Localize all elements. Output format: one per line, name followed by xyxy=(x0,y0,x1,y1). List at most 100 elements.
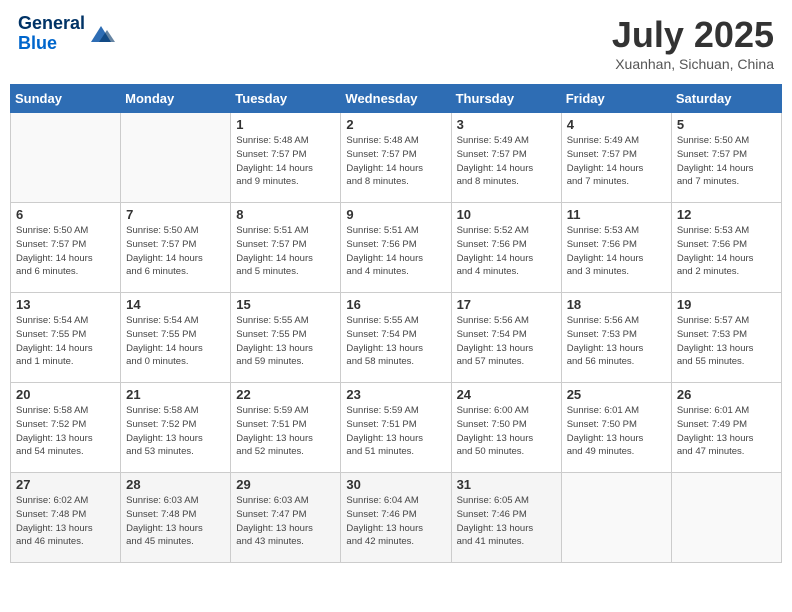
day-number: 25 xyxy=(567,387,666,402)
logo: GeneralBlue xyxy=(18,14,115,54)
day-number: 27 xyxy=(16,477,115,492)
calendar-cell: 1Sunrise: 5:48 AM Sunset: 7:57 PM Daylig… xyxy=(231,113,341,203)
day-info: Sunrise: 5:52 AM Sunset: 7:56 PM Dayligh… xyxy=(457,224,556,279)
calendar-cell xyxy=(11,113,121,203)
day-info: Sunrise: 5:59 AM Sunset: 7:51 PM Dayligh… xyxy=(346,404,445,459)
day-number: 6 xyxy=(16,207,115,222)
day-info: Sunrise: 5:58 AM Sunset: 7:52 PM Dayligh… xyxy=(16,404,115,459)
calendar-cell: 3 Sunrise: 5:49 AM Sunset: 7:57 PM Daylig… xyxy=(451,113,561,203)
page-header: GeneralBlue July 2025 Xuanhan, Sichuan, … xyxy=(10,10,782,76)
day-info: Sunrise: 5:59 AM Sunset: 7:51 PM Dayligh… xyxy=(236,404,335,459)
calendar-cell: 11 Sunrise: 5:53 AM Sunset: 7:56 PM Dayli… xyxy=(561,203,671,293)
day-number: 10 xyxy=(457,207,556,222)
logo-icon xyxy=(87,22,115,46)
calendar-cell: 24 Sunrise: 6:00 AM Sunset: 7:50 PM Dayli… xyxy=(451,383,561,473)
day-info: Sunrise: 6:00 AM Sunset: 7:50 PM Dayligh… xyxy=(457,404,556,459)
day-number: 3 xyxy=(457,117,556,132)
calendar-cell: 30 Sunrise: 6:04 AM Sunset: 7:46 PM Dayli… xyxy=(341,473,451,563)
calendar-cell xyxy=(561,473,671,563)
day-number: 17 xyxy=(457,297,556,312)
day-number: 28 xyxy=(126,477,225,492)
location: Xuanhan, Sichuan, China xyxy=(612,56,774,72)
day-number: 14 xyxy=(126,297,225,312)
day-number: 26 xyxy=(677,387,776,402)
month-title: July 2025 xyxy=(612,14,774,56)
day-number: 30 xyxy=(346,477,445,492)
calendar-cell: 28 Sunrise: 6:03 AM Sunset: 7:48 PM Dayli… xyxy=(121,473,231,563)
calendar-cell: 4 Sunrise: 5:49 AM Sunset: 7:57 PM Daylig… xyxy=(561,113,671,203)
week-row-1: 1Sunrise: 5:48 AM Sunset: 7:57 PM Daylig… xyxy=(11,113,782,203)
weekday-header-row: Sunday Monday Tuesday Wednesday Thursday… xyxy=(11,85,782,113)
day-number: 29 xyxy=(236,477,335,492)
day-info: Sunrise: 5:58 AM Sunset: 7:52 PM Dayligh… xyxy=(126,404,225,459)
header-tuesday: Tuesday xyxy=(231,85,341,113)
header-friday: Friday xyxy=(561,85,671,113)
day-info: Sunrise: 5:50 AM Sunset: 7:57 PM Dayligh… xyxy=(126,224,225,279)
week-row-3: 13Sunrise: 5:54 AM Sunset: 7:55 PM Dayli… xyxy=(11,293,782,383)
day-info: Sunrise: 6:01 AM Sunset: 7:50 PM Dayligh… xyxy=(567,404,666,459)
header-monday: Monday xyxy=(121,85,231,113)
calendar-cell: 2Sunrise: 5:48 AM Sunset: 7:57 PM Daylig… xyxy=(341,113,451,203)
day-info: Sunrise: 6:02 AM Sunset: 7:48 PM Dayligh… xyxy=(16,494,115,549)
week-row-4: 20Sunrise: 5:58 AM Sunset: 7:52 PM Dayli… xyxy=(11,383,782,473)
calendar-cell: 26 Sunrise: 6:01 AM Sunset: 7:49 PM Dayli… xyxy=(671,383,781,473)
calendar-cell: 22 Sunrise: 5:59 AM Sunset: 7:51 PM Dayli… xyxy=(231,383,341,473)
calendar-cell xyxy=(671,473,781,563)
calendar-cell: 19Sunrise: 5:57 AM Sunset: 7:53 PM Dayli… xyxy=(671,293,781,383)
calendar-cell: 27 Sunrise: 6:02 AM Sunset: 7:48 PM Dayli… xyxy=(11,473,121,563)
day-number: 21 xyxy=(126,387,225,402)
day-info: Sunrise: 5:54 AM Sunset: 7:55 PM Dayligh… xyxy=(16,314,115,369)
day-info: Sunrise: 5:53 AM Sunset: 7:56 PM Dayligh… xyxy=(567,224,666,279)
calendar-cell: 20Sunrise: 5:58 AM Sunset: 7:52 PM Dayli… xyxy=(11,383,121,473)
calendar-cell: 25 Sunrise: 6:01 AM Sunset: 7:50 PM Dayli… xyxy=(561,383,671,473)
week-row-2: 6 Sunrise: 5:50 AM Sunset: 7:57 PM Daylig… xyxy=(11,203,782,293)
calendar-cell: 9Sunrise: 5:51 AM Sunset: 7:56 PM Daylig… xyxy=(341,203,451,293)
day-info: Sunrise: 6:03 AM Sunset: 7:48 PM Dayligh… xyxy=(126,494,225,549)
day-info: Sunrise: 5:49 AM Sunset: 7:57 PM Dayligh… xyxy=(457,134,556,189)
day-info: Sunrise: 5:50 AM Sunset: 7:57 PM Dayligh… xyxy=(16,224,115,279)
day-info: Sunrise: 6:01 AM Sunset: 7:49 PM Dayligh… xyxy=(677,404,776,459)
calendar-cell: 6 Sunrise: 5:50 AM Sunset: 7:57 PM Daylig… xyxy=(11,203,121,293)
day-info: Sunrise: 5:51 AM Sunset: 7:57 PM Dayligh… xyxy=(236,224,335,279)
day-info: Sunrise: 6:03 AM Sunset: 7:47 PM Dayligh… xyxy=(236,494,335,549)
day-info: Sunrise: 5:56 AM Sunset: 7:53 PM Dayligh… xyxy=(567,314,666,369)
calendar-cell: 7 Sunrise: 5:50 AM Sunset: 7:57 PM Daylig… xyxy=(121,203,231,293)
day-number: 22 xyxy=(236,387,335,402)
day-number: 11 xyxy=(567,207,666,222)
calendar-cell: 17 Sunrise: 5:56 AM Sunset: 7:54 PM Dayli… xyxy=(451,293,561,383)
calendar-cell: 10 Sunrise: 5:52 AM Sunset: 7:56 PM Dayli… xyxy=(451,203,561,293)
day-info: Sunrise: 5:56 AM Sunset: 7:54 PM Dayligh… xyxy=(457,314,556,369)
header-thursday: Thursday xyxy=(451,85,561,113)
logo-text: GeneralBlue xyxy=(18,14,85,54)
calendar-cell xyxy=(121,113,231,203)
day-number: 16 xyxy=(346,297,445,312)
day-info: Sunrise: 6:04 AM Sunset: 7:46 PM Dayligh… xyxy=(346,494,445,549)
header-saturday: Saturday xyxy=(671,85,781,113)
calendar-cell: 29 Sunrise: 6:03 AM Sunset: 7:47 PM Dayli… xyxy=(231,473,341,563)
day-number: 19 xyxy=(677,297,776,312)
day-info: Sunrise: 5:49 AM Sunset: 7:57 PM Dayligh… xyxy=(567,134,666,189)
calendar-cell: 16 Sunrise: 5:55 AM Sunset: 7:54 PM Dayli… xyxy=(341,293,451,383)
week-row-5: 27 Sunrise: 6:02 AM Sunset: 7:48 PM Dayli… xyxy=(11,473,782,563)
header-sunday: Sunday xyxy=(11,85,121,113)
day-info: Sunrise: 5:55 AM Sunset: 7:54 PM Dayligh… xyxy=(346,314,445,369)
calendar-cell: 21 Sunrise: 5:58 AM Sunset: 7:52 PM Dayli… xyxy=(121,383,231,473)
day-number: 4 xyxy=(567,117,666,132)
day-number: 23 xyxy=(346,387,445,402)
calendar-cell: 14 Sunrise: 5:54 AM Sunset: 7:55 PM Dayli… xyxy=(121,293,231,383)
day-number: 15 xyxy=(236,297,335,312)
day-number: 7 xyxy=(126,207,225,222)
calendar-cell: 15Sunrise: 5:55 AM Sunset: 7:55 PM Dayli… xyxy=(231,293,341,383)
day-number: 24 xyxy=(457,387,556,402)
day-number: 2 xyxy=(346,117,445,132)
day-info: Sunrise: 5:54 AM Sunset: 7:55 PM Dayligh… xyxy=(126,314,225,369)
day-info: Sunrise: 5:48 AM Sunset: 7:57 PM Dayligh… xyxy=(236,134,335,189)
day-info: Sunrise: 6:05 AM Sunset: 7:46 PM Dayligh… xyxy=(457,494,556,549)
day-number: 5 xyxy=(677,117,776,132)
calendar-cell: 13Sunrise: 5:54 AM Sunset: 7:55 PM Dayli… xyxy=(11,293,121,383)
header-wednesday: Wednesday xyxy=(341,85,451,113)
day-number: 31 xyxy=(457,477,556,492)
calendar-cell: 31 Sunrise: 6:05 AM Sunset: 7:46 PM Dayli… xyxy=(451,473,561,563)
day-number: 9 xyxy=(346,207,445,222)
calendar-cell: 18Sunrise: 5:56 AM Sunset: 7:53 PM Dayli… xyxy=(561,293,671,383)
